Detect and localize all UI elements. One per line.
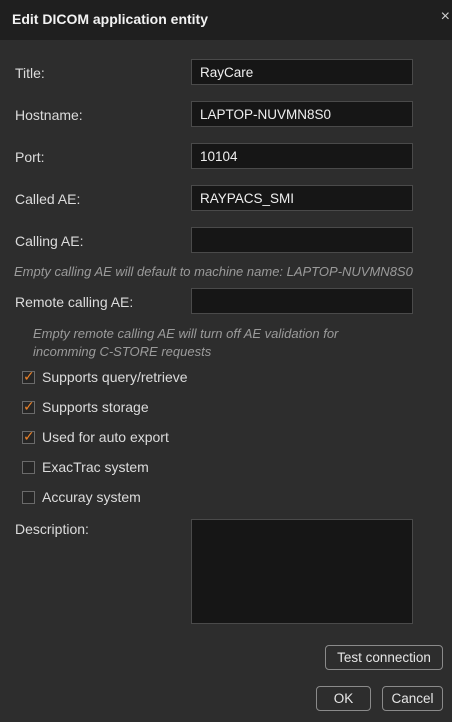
supports-query-retrieve-checkbox[interactable]: ✓ Supports query/retrieve <box>22 367 188 385</box>
checkbox-label: Accuray system <box>42 489 141 505</box>
checkbox-box[interactable] <box>22 460 35 474</box>
close-icon[interactable]: × <box>441 8 450 26</box>
port-label: Port: <box>15 149 45 165</box>
description-textarea[interactable] <box>191 519 413 624</box>
title-label: Title: <box>15 65 45 81</box>
supports-storage-checkbox[interactable]: ✓ Supports storage <box>22 397 149 415</box>
called-ae-input[interactable] <box>191 185 413 211</box>
calling-ae-input[interactable] <box>191 227 413 253</box>
title-input[interactable] <box>191 59 413 85</box>
exactrac-system-checkbox[interactable]: ExacTrac system <box>22 459 149 475</box>
checkbox-box[interactable]: ✓ <box>22 367 35 384</box>
test-connection-button[interactable]: Test connection <box>325 645 443 670</box>
checkbox-label: Supports storage <box>42 399 149 415</box>
calling-ae-hint: Empty calling AE will default to machine… <box>14 264 413 279</box>
checkbox-label: Used for auto export <box>42 429 169 445</box>
remote-calling-ae-label: Remote calling AE: <box>15 294 134 310</box>
calling-ae-label: Calling AE: <box>15 233 84 249</box>
checkbox-label: ExacTrac system <box>42 459 149 475</box>
checkbox-box[interactable]: ✓ <box>22 397 35 414</box>
accuray-system-checkbox[interactable]: Accuray system <box>22 489 141 505</box>
checkbox-label: Supports query/retrieve <box>42 369 188 385</box>
hostname-input[interactable] <box>191 101 413 127</box>
checkbox-box[interactable]: ✓ <box>22 427 35 444</box>
dialog-titlebar: Edit DICOM application entity × <box>0 0 452 40</box>
remote-calling-ae-input[interactable] <box>191 288 413 314</box>
cancel-button[interactable]: Cancel <box>382 686 443 711</box>
used-for-auto-export-checkbox[interactable]: ✓ Used for auto export <box>22 427 169 445</box>
dialog-title: Edit DICOM application entity <box>12 11 209 27</box>
remote-ae-hint-line1: Empty remote calling AE will turn off AE… <box>33 326 339 341</box>
checkmark-icon: ✓ <box>23 397 35 414</box>
called-ae-label: Called AE: <box>15 191 81 207</box>
checkmark-icon: ✓ <box>23 367 35 384</box>
checkbox-box[interactable] <box>22 490 35 504</box>
checkmark-icon: ✓ <box>23 427 35 444</box>
port-input[interactable] <box>191 143 413 169</box>
hostname-label: Hostname: <box>15 107 83 123</box>
ok-button[interactable]: OK <box>316 686 371 711</box>
remote-ae-hint-line2: incomming C-STORE requests <box>33 344 212 359</box>
description-label: Description: <box>15 521 89 537</box>
